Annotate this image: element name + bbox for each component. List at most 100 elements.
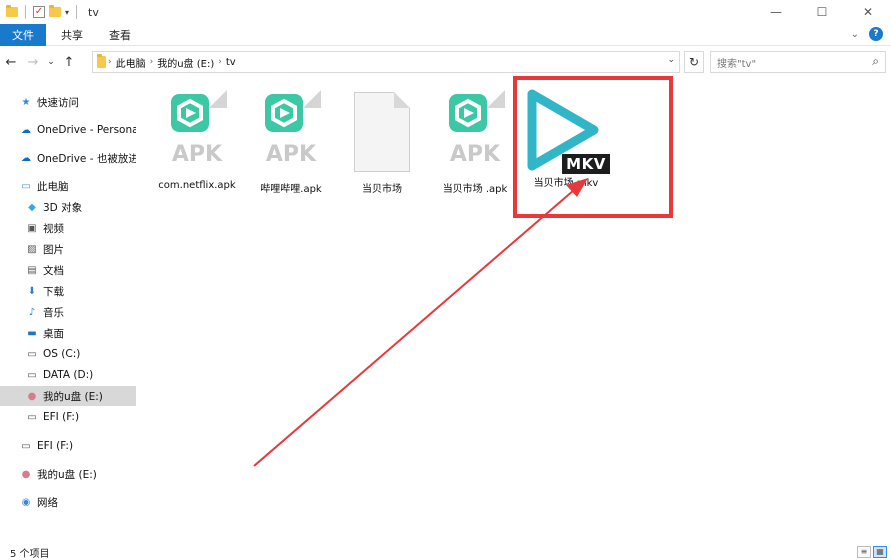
document-icon: ▤ — [27, 264, 37, 276]
file-item-bilibili-apk[interactable]: APK 哔哩哔哩.apk — [245, 90, 337, 195]
customize-toolbar-icon[interactable]: ▾ — [65, 8, 69, 17]
breadcrumb-this-pc[interactable]: 此电脑 — [116, 55, 146, 70]
folder-icon — [97, 54, 106, 68]
blank-file-icon — [354, 92, 410, 172]
view-buttons: ≡ ▦ — [857, 546, 887, 558]
sidebar-item-label: OneDrive - 也被放进 — [37, 152, 136, 165]
network-icon: ◉ — [21, 496, 31, 508]
chevron-down-icon[interactable]: ⌄ — [851, 29, 859, 40]
file-item-dangbei[interactable]: 当贝市场 — [336, 92, 428, 195]
sidebar-item-label: 视频 — [43, 222, 64, 235]
breadcrumb-separator[interactable]: › — [108, 57, 112, 67]
sidebar-item[interactable]: ★ 快速访问 — [0, 92, 136, 112]
sidebar-item-label: EFI (F:) — [43, 411, 80, 423]
back-arrow-icon[interactable]: ← — [0, 55, 22, 70]
sidebar-item-label: 我的u盘 (E:) — [37, 468, 97, 481]
large-icons-view-icon[interactable]: ▦ — [873, 546, 887, 558]
folder-icon — [6, 5, 18, 17]
sidebar-item[interactable]: ▭ EFI (F:) — [0, 407, 136, 427]
address-bar: ← → ⌄ ↑ › 此电脑 › 我的u盘 (E:) › tv ⌄ ↻ 搜索"tv… — [0, 49, 891, 75]
download-icon: ⬇ — [27, 285, 37, 297]
picture-icon: ▨ — [27, 243, 37, 255]
close-button[interactable]: ✕ — [845, 0, 891, 24]
usb-drive-icon: ● — [27, 390, 37, 402]
forward-arrow-icon[interactable]: → — [22, 55, 44, 70]
ribbon-tabs: 文件 主页 共享 查看 ⌄ ? — [0, 23, 891, 46]
tab-view[interactable]: 查看 — [96, 24, 144, 46]
apk-file-icon: APK — [261, 90, 321, 176]
properties-icon[interactable]: ✓ — [33, 6, 45, 18]
ribbon-right: ⌄ ? — [851, 27, 883, 41]
window-controls: — ☐ ✕ — [753, 0, 891, 24]
apk-file-icon: APK — [445, 90, 505, 176]
file-name: 当贝市场 — [362, 184, 402, 195]
annotation-highlight-box — [513, 76, 673, 218]
details-view-icon[interactable]: ≡ — [857, 546, 871, 558]
tab-share[interactable]: 共享 — [48, 24, 96, 46]
apk-file-icon: APK — [167, 90, 227, 176]
sidebar-item-label: DATA (D:) — [43, 369, 94, 381]
sidebar-item-label: 音乐 — [43, 306, 64, 319]
sidebar-item-label: 桌面 — [43, 327, 64, 340]
sidebar-item[interactable]: ▨ 图片 — [0, 239, 136, 259]
sidebar-item-label: 快速访问 — [37, 96, 79, 109]
maximize-button[interactable]: ☐ — [799, 0, 845, 24]
sidebar-item[interactable]: ● 我的u盘 (E:) — [0, 464, 136, 484]
item-count: 5 个项目 — [10, 548, 50, 560]
breadcrumb-tv[interactable]: tv — [226, 57, 236, 68]
sidebar-item[interactable]: ▭ EFI (F:) — [0, 436, 136, 456]
apk-type-label: APK — [265, 142, 317, 167]
sidebar-item[interactable]: ☁ OneDrive - 也被放进 — [0, 148, 136, 168]
sidebar-item[interactable]: ▣ 视频 — [0, 218, 136, 238]
sidebar-item-label: OS (C:) — [43, 348, 81, 360]
sidebar-item-label: 我的u盘 (E:) — [43, 390, 103, 403]
usb-drive-icon: ● — [21, 468, 31, 480]
recent-locations-icon[interactable]: ⌄ — [44, 57, 58, 67]
sidebar-item[interactable]: ◉ 网络 — [0, 492, 136, 512]
sidebar-item[interactable]: ◆ 3D 对象 — [0, 197, 136, 217]
sidebar-item[interactable]: ● 我的u盘 (E:) — [0, 386, 136, 406]
computer-icon: ▭ — [21, 180, 31, 192]
star-icon: ★ — [21, 96, 31, 108]
cloud-icon: ☁ — [21, 124, 31, 136]
cloud-icon: ☁ — [21, 152, 31, 164]
sidebar-item[interactable]: ♪ 音乐 — [0, 302, 136, 322]
file-name: com.netflix.apk — [158, 180, 236, 191]
sidebar-item[interactable]: ▭ DATA (D:) — [0, 365, 136, 385]
sidebar-item[interactable]: ▭ 此电脑 — [0, 176, 136, 196]
breadcrumb-separator[interactable]: › — [150, 57, 154, 67]
sidebar-item[interactable]: ▭ OS (C:) — [0, 344, 136, 364]
drive-icon: ▭ — [27, 369, 37, 381]
new-folder-icon[interactable] — [49, 5, 61, 17]
sidebar-item[interactable]: ☁ OneDrive - Persona — [0, 120, 136, 140]
file-name: 哔哩哔哩.apk — [260, 184, 322, 195]
file-item-netflix-apk[interactable]: APK com.netflix.apk — [151, 90, 243, 191]
path-input[interactable]: › 此电脑 › 我的u盘 (E:) › tv ⌄ — [92, 51, 680, 73]
window-title: tv — [88, 5, 99, 19]
video-icon: ▣ — [27, 222, 37, 234]
sidebar-item[interactable]: ▬ 桌面 — [0, 323, 136, 343]
refresh-button[interactable]: ↻ — [684, 51, 704, 73]
sidebar-item-label: OneDrive - Persona — [37, 124, 136, 136]
search-icon[interactable]: ⌕ — [872, 54, 879, 69]
status-bar: 5 个项目 ≡ ▦ — [0, 544, 891, 560]
address-dropdown-icon[interactable]: ⌄ — [667, 55, 675, 65]
sidebar-item[interactable]: ⬇ 下载 — [0, 281, 136, 301]
apk-type-label: APK — [449, 142, 501, 167]
breadcrumb-separator[interactable]: › — [218, 57, 222, 67]
cube-icon: ◆ — [28, 201, 36, 213]
help-icon[interactable]: ? — [869, 27, 883, 41]
sidebar-item-label: 文档 — [43, 264, 64, 277]
search-input[interactable]: 搜索"tv" ⌕ — [710, 51, 886, 73]
file-item-dangbei-apk[interactable]: APK 当贝市场 .apk — [429, 90, 521, 195]
title-bar: ✓ ▾ tv — ☐ ✕ — [0, 0, 891, 24]
sidebar-item-label: 此电脑 — [37, 180, 69, 193]
minimize-button[interactable]: — — [753, 0, 799, 24]
sidebar-item[interactable]: ▤ 文档 — [0, 260, 136, 280]
sidebar-item-label: EFI (F:) — [37, 440, 74, 452]
breadcrumb-usb-drive[interactable]: 我的u盘 (E:) — [157, 55, 214, 70]
tab-file[interactable]: 文件 — [0, 23, 46, 46]
sidebar-item-label: 网络 — [37, 496, 58, 509]
up-arrow-icon[interactable]: ↑ — [58, 55, 80, 70]
drive-icon: ▭ — [21, 440, 31, 452]
